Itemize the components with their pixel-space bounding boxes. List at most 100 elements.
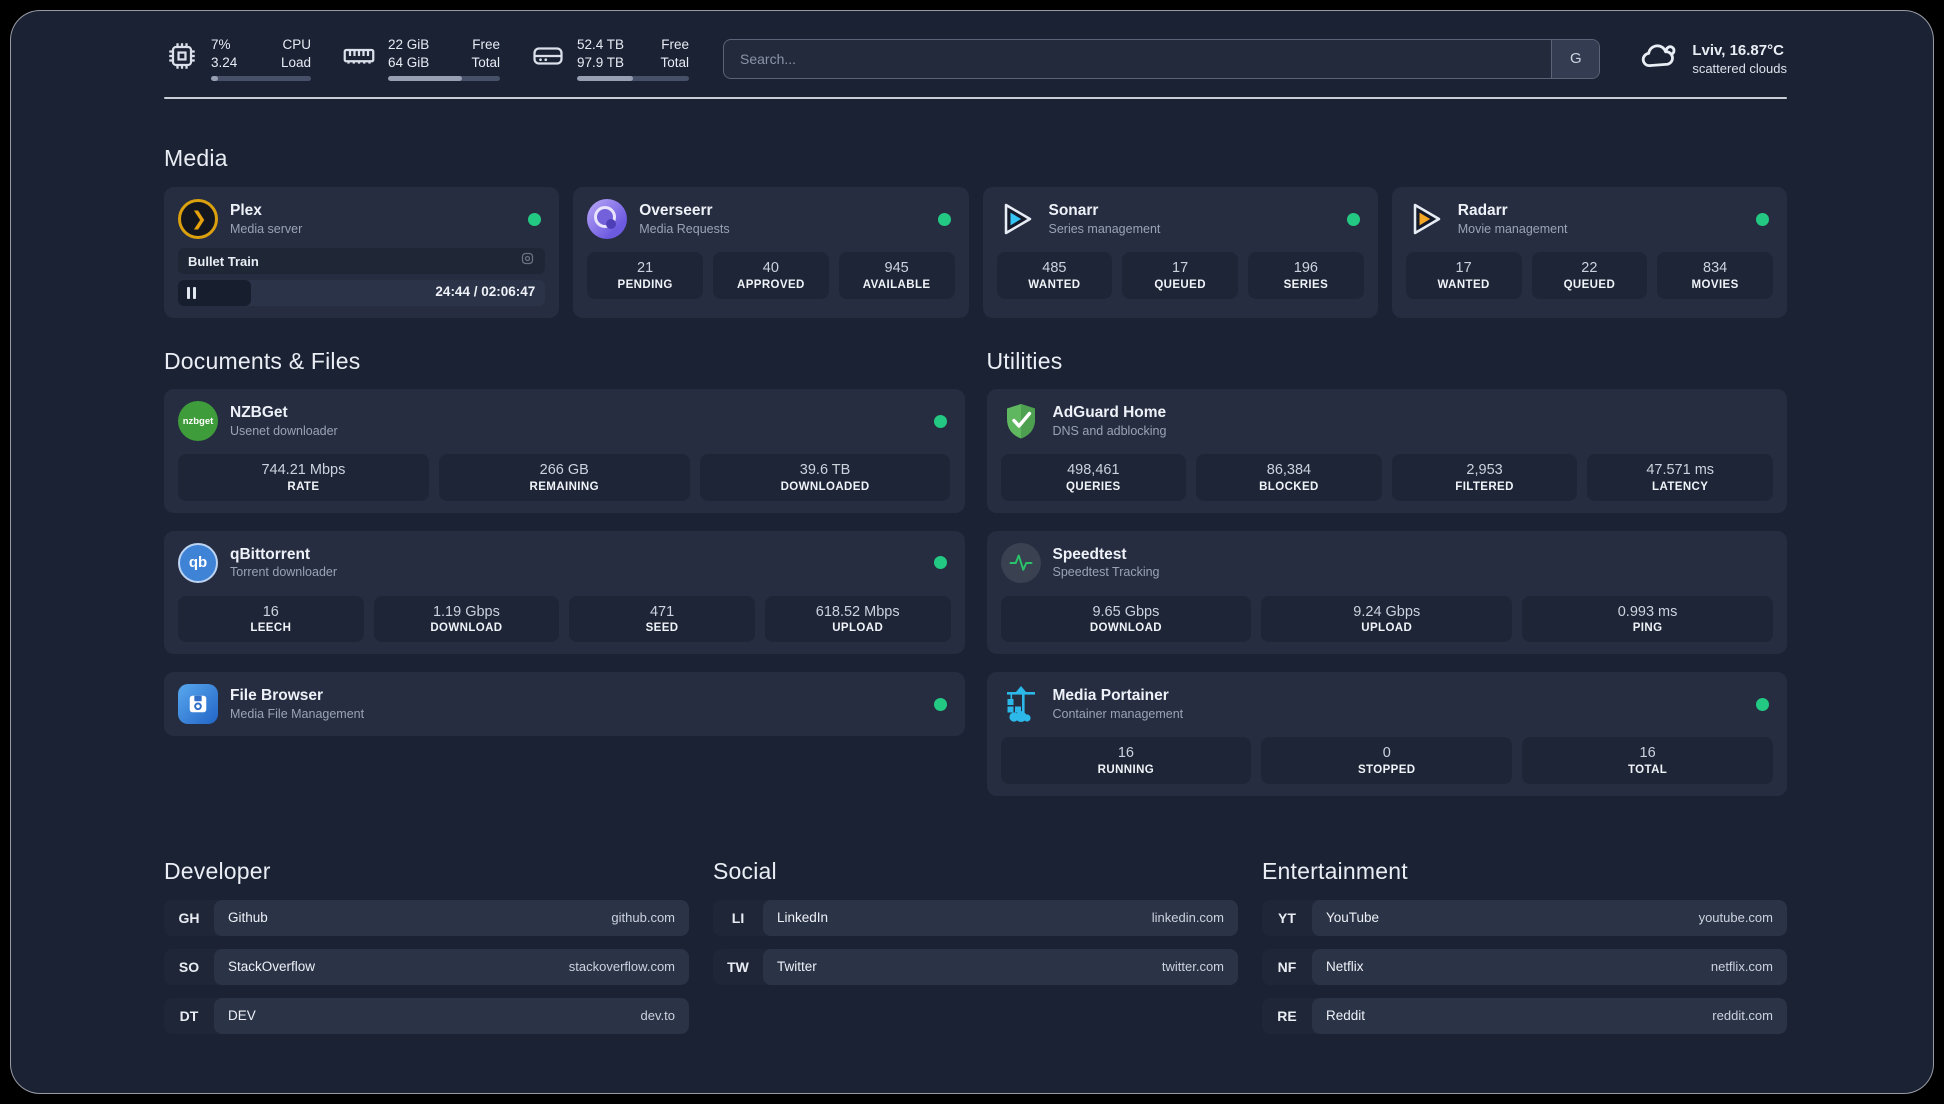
playback-progress-bar: 24:44 / 02:06:47 bbox=[178, 280, 546, 306]
app-name: NZBGet bbox=[230, 404, 288, 422]
bookmark-dev[interactable]: DT DEV dev.to bbox=[164, 997, 689, 1034]
cpu-load-avg: 3.24 bbox=[211, 54, 238, 70]
stat-tile: 40 APPROVED bbox=[713, 252, 829, 299]
service-card-portainer[interactable]: Media Portainer Container management 16 R… bbox=[986, 672, 1787, 796]
service-card-filebrowser[interactable]: File Browser Media File Management bbox=[164, 672, 965, 737]
dashboard: 7% 3.24 CPU Load 22 GiB 64 GiB Free Tota… bbox=[10, 10, 1934, 1094]
app-name: Sonarr bbox=[1048, 202, 1099, 220]
bookmark-abbr: NF bbox=[1277, 958, 1297, 975]
bookmark-github[interactable]: GH Github github.com bbox=[164, 899, 689, 936]
pause-icon[interactable] bbox=[187, 287, 196, 299]
overseerr-icon bbox=[587, 199, 628, 239]
section-title-developer: Developer bbox=[164, 857, 271, 884]
stat-tile: 16 RUNNING bbox=[1000, 737, 1252, 784]
bookmark-stackoverflow[interactable]: SO StackOverflow stackoverflow.com bbox=[164, 948, 689, 985]
stat-tile: 196 SERIES bbox=[1248, 252, 1364, 299]
bookmark-youtube[interactable]: YT YouTube youtube.com bbox=[1262, 899, 1787, 936]
stat-tile: 17 WANTED bbox=[1405, 252, 1522, 299]
qbittorrent-icon: qb bbox=[178, 542, 218, 583]
stat-tile: 0.993 ms PING bbox=[1522, 595, 1773, 643]
ram-total: 64 GiB bbox=[388, 54, 430, 70]
cpu-icon bbox=[164, 38, 200, 79]
app-subtitle: Media Requests bbox=[639, 221, 730, 236]
status-dot bbox=[933, 414, 947, 428]
weather-widget[interactable]: Lviv, 16.87°C scattered clouds bbox=[1638, 35, 1787, 82]
stat-tile: 2,953 FILTERED bbox=[1391, 454, 1578, 501]
disk-progress-bar bbox=[577, 76, 689, 82]
app-name: AdGuard Home bbox=[1052, 404, 1167, 422]
stat-tile: 266 GB REMAINING bbox=[438, 454, 690, 501]
service-card-speedtest[interactable]: Speedtest Speedtest Tracking 9.65 Gbps DO… bbox=[986, 530, 1787, 655]
stat-tile: 9.65 Gbps DOWNLOAD bbox=[1000, 595, 1252, 643]
search-engine-button[interactable]: G bbox=[1551, 39, 1600, 78]
app-name: File Browser bbox=[230, 687, 324, 705]
ram-free: 22 GiB bbox=[388, 36, 430, 52]
app-subtitle: Media File Management bbox=[230, 706, 365, 721]
service-card-nzbget[interactable]: nzbget NZBGet Usenet downloader 744.21 M… bbox=[164, 389, 965, 513]
disk-free: 52.4 TB bbox=[577, 36, 625, 52]
section-title-social: Social bbox=[713, 857, 777, 884]
app-subtitle: Torrent downloader bbox=[230, 565, 338, 580]
service-card-radarr[interactable]: Radarr Movie management 17 WANTED 22 QUEUE… bbox=[1391, 187, 1787, 318]
app-name: Radarr bbox=[1457, 202, 1508, 220]
bookmark-abbr: TW bbox=[727, 958, 749, 975]
system-stats: 7% 3.24 CPU Load 22 GiB 64 GiB Free Tota… bbox=[164, 36, 689, 82]
adguard-icon bbox=[1001, 401, 1041, 441]
search-input[interactable] bbox=[723, 38, 1601, 79]
stat-tile: 485 WANTED bbox=[996, 252, 1113, 299]
stat-tile: 39.6 TB DOWNLOADED bbox=[699, 454, 951, 501]
status-dot bbox=[528, 212, 542, 226]
stat-tile: 17 QUEUED bbox=[1122, 252, 1238, 299]
bookmark-abbr: RE bbox=[1277, 1007, 1297, 1024]
scattered-clouds-icon bbox=[1638, 35, 1680, 82]
app-subtitle: Container management bbox=[1052, 706, 1184, 721]
disk-total: 97.9 TB bbox=[577, 54, 625, 70]
stat-tile: 744.21 Mbps RATE bbox=[178, 454, 429, 501]
cpu-progress-bar bbox=[211, 76, 311, 82]
stat-tile: 16 LEECH bbox=[178, 595, 364, 643]
radarr-icon bbox=[1406, 199, 1446, 239]
cpu-stat: 7% 3.24 CPU Load bbox=[164, 36, 311, 82]
status-dot bbox=[1756, 212, 1769, 226]
stat-tile: 945 AVAILABLE bbox=[838, 252, 955, 299]
app-subtitle: Speedtest Tracking bbox=[1052, 565, 1160, 580]
bookmark-reddit[interactable]: RE Reddit reddit.com bbox=[1262, 997, 1787, 1034]
app-name: qBittorrent bbox=[230, 545, 311, 563]
service-card-overseerr[interactable]: Overseerr Media Requests 21 PENDING 40 APP… bbox=[573, 187, 969, 318]
status-dot bbox=[1756, 697, 1769, 711]
app-subtitle: DNS and adblocking bbox=[1052, 423, 1167, 438]
portainer-icon bbox=[1001, 684, 1041, 724]
stat-tile: 86,384 BLOCKED bbox=[1196, 454, 1382, 501]
ram-icon bbox=[341, 38, 377, 79]
filebrowser-icon bbox=[178, 684, 218, 725]
sonarr-icon bbox=[997, 199, 1037, 239]
camera-icon[interactable] bbox=[520, 251, 535, 271]
service-card-plex[interactable]: ❯ Plex Media server Bullet Train 24:44 /… bbox=[164, 187, 560, 318]
stat-tile: 1.19 Gbps DOWNLOAD bbox=[373, 595, 560, 643]
playback-time: 24:44 / 02:06:47 bbox=[435, 284, 536, 299]
section-title-utilities: Utilities bbox=[986, 348, 1063, 374]
bookmark-netflix[interactable]: NF Netflix netflix.com bbox=[1262, 948, 1787, 985]
plex-icon: ❯ bbox=[178, 199, 218, 239]
service-card-adguard[interactable]: AdGuard Home DNS and adblocking 498,461 Q… bbox=[986, 389, 1787, 513]
bookmark-abbr: DT bbox=[179, 1007, 199, 1024]
disk-stat: 52.4 TB 97.9 TB Free Total bbox=[530, 36, 689, 82]
status-dot bbox=[933, 556, 947, 570]
bookmark-abbr: LI bbox=[731, 909, 745, 926]
stat-tile: 9.24 Gbps UPLOAD bbox=[1261, 595, 1513, 643]
service-card-qbittorrent[interactable]: qb qBittorrent Torrent downloader 16 LEEC… bbox=[164, 530, 965, 655]
bookmark-twitter[interactable]: TW Twitter twitter.com bbox=[713, 948, 1238, 985]
bookmark-linkedin[interactable]: LI LinkedIn linkedin.com bbox=[713, 899, 1238, 936]
service-card-sonarr[interactable]: Sonarr Series management 485 WANTED 17 QUE… bbox=[982, 187, 1378, 318]
disk-icon bbox=[530, 38, 566, 79]
stat-tile: 618.52 Mbps UPLOAD bbox=[764, 595, 951, 643]
memory-stat: 22 GiB 64 GiB Free Total bbox=[341, 36, 500, 82]
section-title-documents: Documents & Files bbox=[164, 348, 361, 374]
top-bar: 7% 3.24 CPU Load 22 GiB 64 GiB Free Tota… bbox=[164, 35, 1787, 82]
speedtest-icon bbox=[1000, 542, 1041, 583]
app-subtitle: Media server bbox=[230, 221, 303, 236]
bookmark-abbr: YT bbox=[1278, 909, 1296, 926]
app-name: Media Portainer bbox=[1052, 687, 1169, 705]
app-name: Plex bbox=[230, 202, 262, 220]
ram-progress-bar bbox=[388, 76, 500, 82]
